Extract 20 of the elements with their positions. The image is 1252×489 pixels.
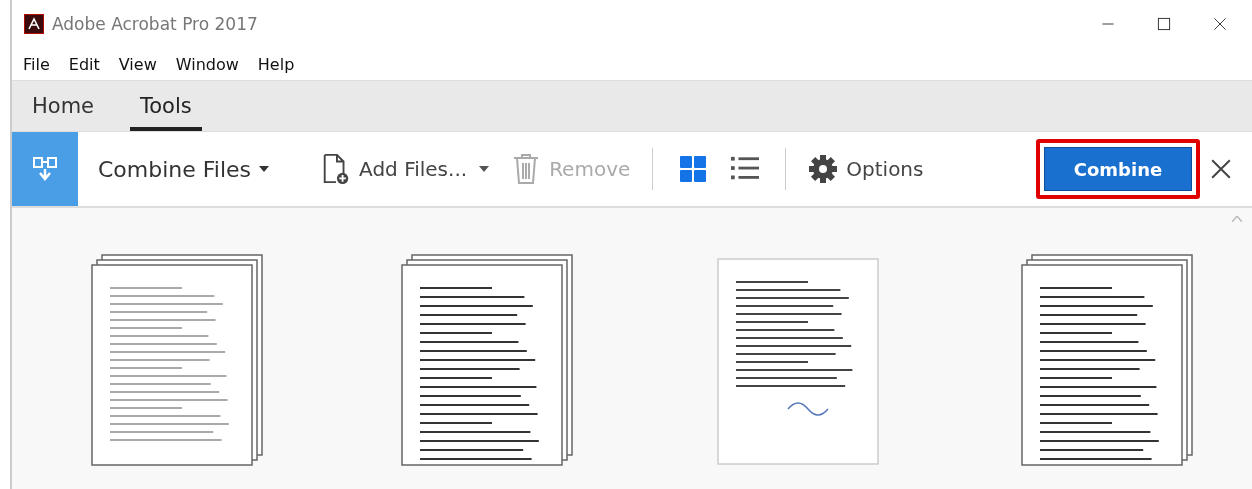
close-icon[interactable]: [1212, 16, 1228, 32]
settings-icon: [808, 153, 839, 185]
caret-icon: [259, 166, 270, 172]
grid-view-icon[interactable]: [679, 156, 708, 182]
combine-button[interactable]: Combine: [1044, 147, 1192, 191]
window-title: Adobe Acrobat Pro 2017: [52, 14, 258, 34]
add-files-button[interactable]: Add Files...: [313, 147, 476, 191]
menu-item[interactable]: Window: [164, 54, 247, 74]
menu-item[interactable]: Help: [246, 54, 303, 74]
menu-item[interactable]: View: [107, 54, 165, 74]
menu-item[interactable]: File: [12, 54, 58, 74]
caret-icon[interactable]: [479, 166, 490, 172]
app-logo-icon: [24, 14, 44, 34]
maximize-icon[interactable]: [1156, 16, 1172, 32]
menu-item[interactable]: Edit: [57, 54, 108, 74]
options-button[interactable]: Options: [800, 147, 932, 191]
list-view-icon[interactable]: [731, 156, 760, 182]
tab[interactable]: Home: [22, 81, 104, 131]
combine-files-dropdown[interactable]: Combine Files: [90, 147, 278, 191]
close-icon[interactable]: [1210, 158, 1232, 180]
